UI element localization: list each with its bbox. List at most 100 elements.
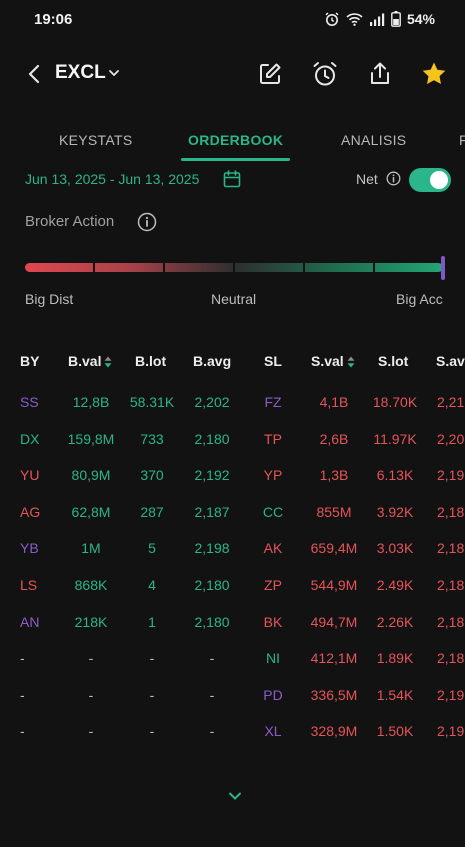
sell-lot: 6.13K <box>376 467 414 484</box>
tab-keystats[interactable]: KEYSTATS <box>59 132 132 148</box>
header-bval[interactable]: B.val <box>68 353 112 369</box>
buy-lot: 1 <box>148 613 156 630</box>
seller-code: PD <box>263 686 283 703</box>
seller-code: YP <box>263 467 283 484</box>
table-row[interactable]: YB 1M 5 2,198 AK 659,4M 3.03K 2,18 <box>0 536 465 560</box>
star-icon[interactable] <box>420 60 448 88</box>
table-row[interactable]: LS 868K 4 2,180 ZP 544,9M 2.49K 2,18 <box>0 573 465 597</box>
seller-code: AK <box>263 540 283 557</box>
sell-avg: 2,19 <box>437 686 465 703</box>
buyer-code: - <box>20 686 25 703</box>
table-row[interactable]: AG 62,8M 287 2,187 CC 855M 3.92K 2,18 <box>0 500 465 524</box>
buy-lot: 5 <box>148 540 156 557</box>
alarm-clock-icon[interactable] <box>311 60 339 88</box>
buy-value: 80,9M <box>71 467 111 484</box>
header-slot: S.lot <box>378 353 409 369</box>
gauge-label-left: Big Dist <box>25 291 74 307</box>
buy-avg: 2,192 <box>194 467 230 484</box>
buyer-code: - <box>20 650 25 667</box>
sell-avg: 2,19 <box>437 467 465 484</box>
buy-avg: - <box>209 650 215 667</box>
back-arrow-icon[interactable] <box>24 62 46 86</box>
calendar-icon[interactable] <box>223 170 241 188</box>
sell-lot: 3.92K <box>376 503 414 520</box>
buy-value: 1M <box>81 540 101 557</box>
table-row[interactable]: YU 80,9M 370 2,192 YP 1,3B 6.13K 2,19 <box>0 463 465 487</box>
info-icon[interactable] <box>386 171 401 186</box>
gauge-marker <box>441 256 445 280</box>
buy-avg: - <box>209 686 215 703</box>
seller-code: CC <box>262 503 284 520</box>
edit-icon[interactable] <box>256 60 284 88</box>
sell-avg: 2,21 <box>437 394 465 410</box>
header-blot: B.lot <box>135 353 167 369</box>
buyer-code: AG <box>20 503 41 520</box>
buy-lot: 4 <box>148 577 156 593</box>
sell-lot: 11.97K <box>373 430 417 447</box>
buy-value: - <box>88 686 94 703</box>
date-range[interactable]: Jun 13, 2025 - Jun 13, 2025 <box>25 171 199 187</box>
info-icon[interactable] <box>137 212 157 232</box>
filter-row: Jun 13, 2025 - Jun 13, 2025 Net <box>0 168 465 192</box>
share-icon[interactable] <box>366 60 394 88</box>
sell-value: 412,1M <box>310 650 358 667</box>
buy-value: 868K <box>74 577 108 593</box>
alarm-icon <box>325 12 339 26</box>
buy-lot: 733 <box>140 430 164 447</box>
table-row[interactable]: AN 218K 1 2,180 BK 494,7M 2.26K 2,18 <box>0 610 465 634</box>
sort-icon <box>347 356 355 368</box>
buy-lot: - <box>149 650 155 667</box>
buy-value: - <box>88 723 94 740</box>
buyer-code: YU <box>20 467 40 484</box>
sell-value: 544,9M <box>310 577 358 593</box>
gauge-label-center: Neutral <box>211 291 257 307</box>
sell-avg: 2,18 <box>437 503 465 520</box>
gauge-separator <box>93 263 95 272</box>
tab-analisis[interactable]: ANALISIS <box>341 132 406 148</box>
table-row[interactable]: - - - - NI 412,1M 1.89K 2,18 <box>0 646 465 670</box>
signal-icon <box>369 13 385 26</box>
status-bar: 19:06 54% <box>0 0 465 40</box>
buy-lot: 58.31K <box>129 394 175 410</box>
table-row[interactable]: SS 12,8B 58.31K 2,202 FZ 4,1B 18.70K 2,21 <box>0 390 465 414</box>
gauge-separator <box>303 263 305 272</box>
sell-value: 328,9M <box>310 723 358 740</box>
buyer-code: DX <box>20 430 40 447</box>
buy-avg: 2,180 <box>194 613 230 630</box>
battery-percent: 54% <box>406 11 435 27</box>
chevron-down-icon[interactable] <box>227 790 243 802</box>
sell-avg: 2,18 <box>437 613 465 630</box>
app-header: EXCL <box>0 52 465 96</box>
chevron-down-icon[interactable] <box>107 66 121 80</box>
tab-orderbook[interactable]: ORDERBOOK <box>188 132 283 148</box>
net-toggle[interactable] <box>409 168 451 192</box>
sell-value: 2,6B <box>319 430 349 447</box>
buy-avg: 2,187 <box>194 503 230 520</box>
sell-value: 1,3B <box>319 467 349 484</box>
table-row[interactable]: DX 159,8M 733 2,180 TP 2,6B 11.97K 2,20 <box>0 427 465 451</box>
buyer-code: YB <box>20 540 39 557</box>
buyer-code: LS <box>20 577 38 593</box>
tab-bar: KEYSTATS ORDERBOOK ANALISIS F <box>0 120 465 162</box>
sell-avg: 2,18 <box>437 540 465 557</box>
table-row[interactable]: - - - - XL 328,9M 1.50K 2,19 <box>0 719 465 743</box>
sell-lot: 2.49K <box>376 577 414 593</box>
battery-icon <box>391 11 401 27</box>
gauge-separator <box>163 263 165 272</box>
seller-code: XL <box>264 723 282 740</box>
buy-avg: 2,180 <box>194 577 230 593</box>
buy-avg: 2,202 <box>194 394 230 410</box>
sell-lot: 1.54K <box>376 686 414 703</box>
buy-lot: - <box>149 723 155 740</box>
header-sval[interactable]: S.val <box>311 353 355 369</box>
sell-lot: 2.26K <box>376 613 414 630</box>
buy-value: 62,8M <box>71 503 111 520</box>
ticker-symbol[interactable]: EXCL <box>55 62 106 84</box>
header-by: BY <box>20 353 40 369</box>
active-tab-indicator <box>181 158 290 161</box>
header-bavg: B.avg <box>193 353 232 369</box>
table-row[interactable]: - - - - PD 336,5M 1.54K 2,19 <box>0 683 465 707</box>
buy-lot: 287 <box>140 503 164 520</box>
net-label: Net <box>356 171 378 187</box>
tab-more[interactable]: F <box>459 132 465 148</box>
